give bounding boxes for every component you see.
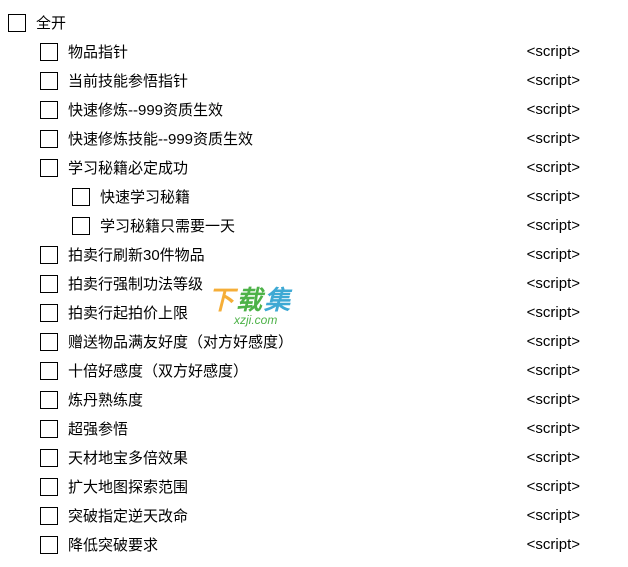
checkbox[interactable] bbox=[40, 101, 58, 119]
script-tag: <script> bbox=[527, 298, 580, 327]
script-tag: <script> bbox=[527, 327, 580, 356]
tree-label: 拍卖行刷新30件物品 bbox=[68, 244, 205, 265]
tree-row[interactable]: 拍卖行起拍价上限 <script> bbox=[8, 298, 620, 327]
tree-row[interactable]: 拍卖行强制功法等级 <script> bbox=[8, 269, 620, 298]
script-tag: <script> bbox=[527, 95, 580, 124]
tree-label: 当前技能参悟指针 bbox=[68, 70, 188, 91]
tree-row[interactable]: 赠送物品满友好度（对方好感度） <script> bbox=[8, 327, 620, 356]
script-tag: <script> bbox=[527, 124, 580, 153]
script-tag: <script> bbox=[527, 414, 580, 443]
cheat-tree: 全开 物品指针<script>当前技能参悟指针<script>快速修炼--999… bbox=[8, 8, 620, 559]
script-tag: <script> bbox=[527, 356, 580, 385]
checkbox[interactable] bbox=[40, 159, 58, 177]
checkbox[interactable] bbox=[40, 275, 58, 293]
tree-label: 物品指针 bbox=[68, 41, 128, 62]
tree-row[interactable]: 学习秘籍必定成功 <script> bbox=[8, 153, 620, 182]
script-tag: <script> bbox=[527, 385, 580, 414]
script-tag: <script> bbox=[527, 472, 580, 501]
script-tag: <script> bbox=[527, 37, 580, 66]
script-tag: <script> bbox=[527, 153, 580, 182]
tree-label: 超强参悟 bbox=[68, 418, 128, 439]
script-tag: <script> bbox=[527, 182, 580, 211]
tree-row[interactable]: 降低突破要求 <script> bbox=[8, 530, 620, 559]
script-tag: <script> bbox=[527, 240, 580, 269]
checkbox[interactable] bbox=[72, 217, 90, 235]
tree-row[interactable]: 十倍好感度（双方好感度） <script> bbox=[8, 356, 620, 385]
tree-row[interactable]: 快速修炼技能--999资质生效 <script> bbox=[8, 124, 620, 153]
checkbox[interactable] bbox=[40, 507, 58, 525]
script-tag: <script> bbox=[527, 501, 580, 530]
checkbox[interactable] bbox=[40, 43, 58, 61]
tree-label: 拍卖行强制功法等级 bbox=[68, 273, 203, 294]
tree-label: 赠送物品满友好度（对方好感度） bbox=[68, 331, 293, 352]
tree-row[interactable]: 拍卖行刷新30件物品 <script> bbox=[8, 240, 620, 269]
checkbox[interactable] bbox=[40, 362, 58, 380]
tree-label: 突破指定逆天改命 bbox=[68, 505, 188, 526]
checkbox[interactable] bbox=[40, 130, 58, 148]
tree-row[interactable]: 突破指定逆天改命 <script> bbox=[8, 501, 620, 530]
tree-row[interactable]: 学习秘籍只需要一天 <script> bbox=[8, 211, 620, 240]
tree-label: 炼丹熟练度 bbox=[68, 389, 143, 410]
tree-label: 学习秘籍必定成功 bbox=[68, 157, 188, 178]
tree-row[interactable]: 超强参悟 <script> bbox=[8, 414, 620, 443]
script-tag: <script> bbox=[527, 269, 580, 298]
checkbox[interactable] bbox=[40, 478, 58, 496]
tree-row[interactable]: 物品指针 <script> bbox=[8, 37, 620, 66]
tree-label: 降低突破要求 bbox=[68, 534, 158, 555]
checkbox[interactable] bbox=[8, 14, 26, 32]
checkbox[interactable] bbox=[40, 304, 58, 322]
script-tag: <script> bbox=[527, 211, 580, 240]
checkbox[interactable] bbox=[40, 391, 58, 409]
tree-label: 快速修炼--999资质生效 bbox=[68, 99, 223, 120]
tree-row[interactable]: 扩大地图探索范围 <script> bbox=[8, 472, 620, 501]
tree-row[interactable]: 当前技能参悟指针 <script> bbox=[8, 66, 620, 95]
checkbox[interactable] bbox=[40, 449, 58, 467]
tree-label: 学习秘籍只需要一天 bbox=[100, 215, 235, 236]
tree-label: 十倍好感度（双方好感度） bbox=[68, 360, 248, 381]
tree-row[interactable]: 炼丹熟练度 <script> bbox=[8, 385, 620, 414]
tree-label: 天材地宝多倍效果 bbox=[68, 447, 188, 468]
tree-row[interactable]: 天材地宝多倍效果 <script> bbox=[8, 443, 620, 472]
tree-label: 快速修炼技能--999资质生效 bbox=[68, 128, 253, 149]
tree-label: 快速学习秘籍 bbox=[100, 186, 190, 207]
checkbox[interactable] bbox=[72, 188, 90, 206]
checkbox[interactable] bbox=[40, 420, 58, 438]
checkbox[interactable] bbox=[40, 246, 58, 264]
checkbox[interactable] bbox=[40, 72, 58, 90]
tree-row[interactable]: 快速修炼--999资质生效 <script> bbox=[8, 95, 620, 124]
script-tag: <script> bbox=[527, 530, 580, 559]
script-tag: <script> bbox=[527, 443, 580, 472]
tree-row-root[interactable]: 全开 bbox=[8, 8, 620, 37]
tree-label: 全开 bbox=[36, 12, 66, 33]
checkbox[interactable] bbox=[40, 333, 58, 351]
checkbox[interactable] bbox=[40, 536, 58, 554]
script-tag: <script> bbox=[527, 66, 580, 95]
tree-label: 扩大地图探索范围 bbox=[68, 476, 188, 497]
tree-label: 拍卖行起拍价上限 bbox=[68, 302, 188, 323]
tree-row[interactable]: 快速学习秘籍 <script> bbox=[8, 182, 620, 211]
